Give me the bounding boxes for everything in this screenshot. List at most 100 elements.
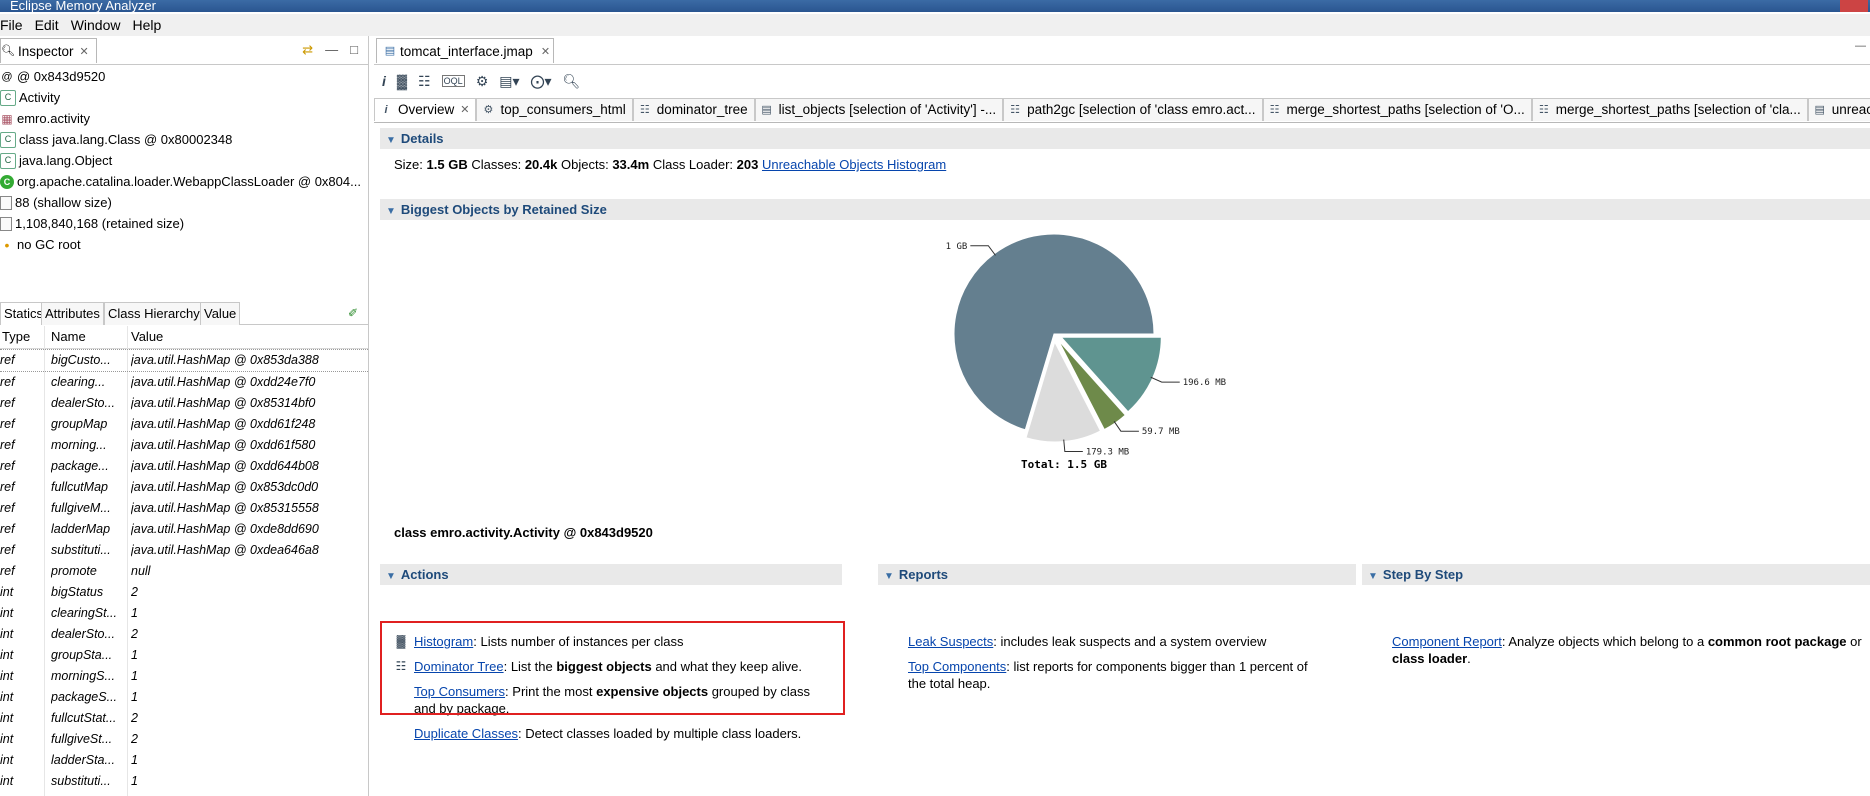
table-row[interactable]: ref promote null [0, 561, 368, 582]
list-item[interactable]: C Activity [0, 87, 368, 108]
list-item[interactable]: C java.lang.Object [0, 150, 368, 171]
cell-type: ref [0, 375, 15, 389]
table-row[interactable]: ref clearing... java.util.HashMap @ 0xdd24… [0, 372, 368, 393]
minimize-button[interactable] [1782, 0, 1810, 12]
close-icon[interactable]: ✕ [460, 99, 469, 121]
close-icon[interactable]: ✕ [80, 45, 89, 58]
cell-type: int [0, 606, 14, 620]
table-row[interactable]: int fullcutStat... 2 [0, 708, 368, 729]
search-icon[interactable]: 🔍︎ [563, 73, 581, 90]
cell-type: ref [0, 417, 15, 431]
table-row[interactable]: int fullgiveSt... 2 [0, 729, 368, 750]
list-item[interactable]: @ @ 0x843d9520 [0, 66, 368, 87]
pie-chart-svg: 1 GB 196.6 MB 59.7 MB 179.3 MBTotal: 1.5 GB [946, 233, 1226, 471]
report-leak-suspects: Leak Suspects: includes leak suspects an… [908, 634, 1267, 649]
table-row[interactable]: ref package... java.util.HashMap @ 0xdd644… [0, 456, 368, 477]
table-row[interactable]: int ladderSta... 1 [0, 750, 368, 771]
tab-query-5[interactable]: ☷ merge_shortest_paths [selection of 'O..… [1262, 98, 1532, 121]
biggest-objects-header[interactable]: ▼ Biggest Objects by Retained Size [380, 199, 1870, 220]
table-row[interactable]: int groupSta... 1 [0, 645, 368, 666]
menu-window[interactable]: Window [65, 17, 127, 33]
tab-statics[interactable]: Statics [0, 302, 48, 325]
table-row[interactable]: int bigStatus 2 [0, 582, 368, 603]
table-row[interactable]: int dealerSto... 2 [0, 624, 368, 645]
table-row[interactable]: ref ladderMap java.util.HashMap @ 0xde8dd6… [0, 519, 368, 540]
minimize-view-icon[interactable]: — [325, 42, 338, 58]
find-object-icon[interactable]: ⨀▾ [531, 73, 552, 90]
table-row[interactable]: ref fullgiveM... java.util.HashMap @ 0x853… [0, 498, 368, 519]
dominator-tree-icon: ☷ [639, 104, 650, 116]
list-item[interactable]: ▦ emro.activity [0, 108, 368, 129]
close-window-button[interactable] [1840, 0, 1868, 12]
unreachable-histogram-link[interactable]: Unreachable Objects Histogram [762, 157, 946, 172]
table-row[interactable]: ref morning... java.util.HashMap @ 0xdd61f… [0, 435, 368, 456]
cell-value: java.util.HashMap @ 0xdd24e7f0 [131, 375, 316, 389]
table-row[interactable]: ref dealerSto... java.util.HashMap @ 0x853… [0, 393, 368, 414]
list-item[interactable]: C class java.lang.Class @ 0x80002348 [0, 129, 368, 150]
column-value[interactable]: Value [131, 329, 163, 344]
step-by-step-header[interactable]: ▼ Step By Step [1362, 564, 1870, 585]
reports-header[interactable]: ▼ Reports [878, 564, 1356, 585]
table-row[interactable]: ref bigCusto... java.util.HashMap @ 0x853d… [0, 349, 368, 372]
top-components-link[interactable]: Top Components [908, 659, 1006, 674]
maximize-view-icon[interactable]: □ [350, 42, 358, 58]
table-row[interactable]: ref substituti... java.util.HashMap @ 0xde… [0, 540, 368, 561]
dominator-tree-icon[interactable]: ☷ [418, 73, 431, 90]
tab-query-6[interactable]: ☷ merge_shortest_paths [selection of 'cla… [1531, 98, 1808, 121]
actions-header[interactable]: ▼ Actions [380, 564, 842, 585]
table-row[interactable]: ref fullcutMap java.util.HashMap @ 0x853dc… [0, 477, 368, 498]
tab-query-1[interactable]: ⚙ top_consumers_html [476, 98, 633, 121]
list-item[interactable]: • no GC root [0, 234, 368, 255]
sync-icon[interactable]: ⇄ [302, 42, 313, 58]
list-item[interactable]: 88 (shallow size) [0, 192, 368, 213]
duplicate-classes-link[interactable]: Duplicate Classes [414, 726, 518, 741]
cell-type: int [0, 648, 14, 662]
maximize-button[interactable] [1810, 0, 1838, 12]
table-row[interactable]: int packageS... 1 [0, 687, 368, 708]
tab-class-hierarchy[interactable]: Class Hierarchy [104, 302, 204, 325]
leak-suspects-link[interactable]: Leak Suspects [908, 634, 993, 649]
tab-query-4[interactable]: ☷ path2gc [selection of 'class emro.act..… [1003, 98, 1263, 121]
pie-slice-label: 179.3 MB [1086, 448, 1129, 458]
list-item[interactable]: C org.apache.catalina.loader.WebappClass… [0, 171, 368, 192]
cell-value: 1 [131, 690, 138, 704]
cell-type: int [0, 774, 14, 788]
query-browser-icon[interactable]: ▤▾ [499, 73, 519, 90]
table-row[interactable]: int morningS... 1 [0, 666, 368, 687]
histogram-icon[interactable]: ▓ [397, 73, 407, 89]
tab-query-2[interactable]: ☷ dominator_tree [632, 98, 755, 121]
column-type[interactable]: Type [2, 329, 30, 344]
details-header[interactable]: ▼ Details [380, 128, 1870, 149]
table-row[interactable]: ref groupMap java.util.HashMap @ 0xdd61f24… [0, 414, 368, 435]
tab-attributes[interactable]: Attributes [41, 302, 104, 325]
oql-icon[interactable]: OQL [441, 75, 465, 87]
heap-dump-overview-icon[interactable]: ⚙ [476, 73, 489, 90]
pin-icon[interactable]: ✐ [348, 306, 358, 320]
menu-edit[interactable]: Edit [29, 17, 65, 33]
tab-query-3[interactable]: ▤ list_objects [selection of 'Activity'] … [754, 98, 1004, 121]
reports-list: Leak Suspects: includes leak suspects an… [908, 633, 1328, 692]
collapse-arrow-icon: ▼ [884, 571, 894, 582]
editor-menu-icon[interactable]: — [1855, 40, 1866, 52]
cell-value: 2 [131, 732, 138, 746]
cell-type: ref [0, 353, 15, 367]
inspector-tab-label: Inspector [18, 43, 74, 59]
component-report-link[interactable]: Component Report [1392, 634, 1502, 649]
cell-type: ref [0, 459, 15, 473]
menu-file[interactable]: File [0, 17, 29, 33]
list-item[interactable]: 1,108,840,168 (retained size) [0, 213, 368, 234]
editor-tab[interactable]: ▤ tomcat_interface.jmap ✕ [376, 38, 554, 63]
tab-query-7[interactable]: ▤ unreachable_ob [1807, 98, 1870, 121]
pie-leader-line [1113, 421, 1139, 432]
inspector-tab[interactable]: 🔍︎ Inspector ✕ [0, 38, 97, 63]
tab-value[interactable]: Value [200, 302, 241, 325]
cell-type: ref [0, 543, 15, 557]
list-objects-icon: ▤ [761, 104, 772, 116]
info-icon[interactable]: i [382, 73, 386, 89]
close-icon[interactable]: ✕ [541, 45, 550, 58]
tab-query-0[interactable]: i Overview ✕ [374, 98, 477, 121]
table-row[interactable]: int clearingSt... 1 [0, 603, 368, 624]
table-row[interactable]: int substituti... 1 [0, 771, 368, 792]
column-name[interactable]: Name [51, 329, 86, 344]
menu-help[interactable]: Help [126, 17, 167, 33]
